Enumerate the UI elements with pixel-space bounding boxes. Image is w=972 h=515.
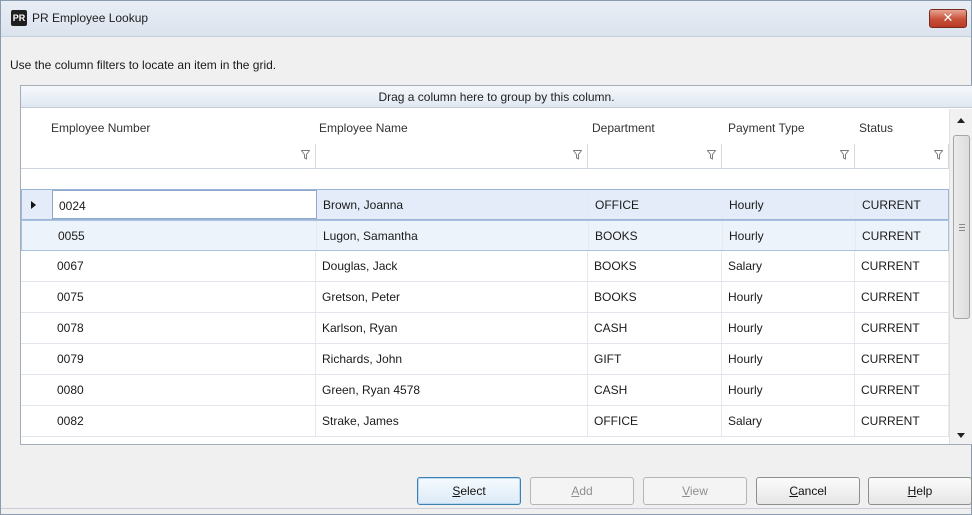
- title-bar[interactable]: PR PR Employee Lookup ✕: [1, 1, 971, 37]
- table-row[interactable]: 0078 Karlson, Ryan CASH Hourly CURRENT: [21, 313, 949, 344]
- filter-cell-employee-number[interactable]: [51, 144, 316, 169]
- cell-employee-name[interactable]: Green, Ryan 4578: [316, 375, 588, 405]
- button-bar: Select Add View Cancel Help: [1, 474, 972, 508]
- table-row[interactable]: 0080 Green, Ryan 4578 CASH Hourly CURREN…: [21, 375, 949, 406]
- cell-employee-name[interactable]: Strake, James: [316, 406, 588, 436]
- cell-payment-type[interactable]: Hourly: [722, 282, 855, 312]
- cell-status[interactable]: CURRENT: [855, 251, 949, 281]
- column-header-employee-name[interactable]: Employee Name: [319, 121, 408, 135]
- cell-employee-name[interactable]: Richards, John: [316, 344, 588, 374]
- cell-employee-name[interactable]: Lugon, Samantha: [317, 221, 589, 250]
- filter-cell-status[interactable]: [855, 144, 949, 169]
- cell-status[interactable]: CURRENT: [855, 375, 949, 405]
- column-header-employee-number[interactable]: Employee Number: [51, 121, 150, 135]
- help-button[interactable]: Help: [868, 477, 972, 505]
- cell-department[interactable]: CASH: [588, 375, 722, 405]
- column-header-department[interactable]: Department: [592, 121, 655, 135]
- window-bottom-edge: [1, 508, 971, 509]
- cell-payment-type[interactable]: Salary: [722, 406, 855, 436]
- cell-department[interactable]: OFFICE: [588, 406, 722, 436]
- table-row[interactable]: 0082 Strake, James OFFICE Salary CURRENT: [21, 406, 949, 437]
- add-button[interactable]: Add: [530, 477, 634, 505]
- close-icon: ✕: [942, 10, 954, 25]
- filter-icon[interactable]: [301, 150, 310, 160]
- cell-employee-name[interactable]: Gretson, Peter: [316, 282, 588, 312]
- scroll-grip-icon: [959, 224, 965, 231]
- current-row-arrow-icon: [31, 201, 36, 209]
- cell-employee-number[interactable]: 0055: [52, 221, 317, 250]
- cell-department[interactable]: BOOKS: [588, 282, 722, 312]
- help-label: elp: [916, 484, 933, 498]
- filter-icon[interactable]: [707, 150, 716, 160]
- select-label: elect: [460, 484, 486, 498]
- cell-department[interactable]: OFFICE: [589, 190, 723, 219]
- table-row[interactable]: 0055 Lugon, Samantha BOOKS Hourly CURREN…: [21, 220, 950, 251]
- cell-status[interactable]: CURRENT: [856, 221, 950, 250]
- cell-employee-number[interactable]: 0079: [51, 344, 316, 374]
- filter-cell-employee-name[interactable]: [316, 144, 588, 169]
- cell-employee-name[interactable]: Brown, Joanna: [317, 190, 589, 219]
- view-mnemonic: V: [682, 484, 690, 498]
- cell-employee-number[interactable]: 0080: [51, 375, 316, 405]
- cancel-label: ancel: [797, 484, 827, 498]
- cell-employee-number[interactable]: 0075: [51, 282, 316, 312]
- cell-status[interactable]: CURRENT: [855, 282, 949, 312]
- cell-payment-type[interactable]: Hourly: [723, 190, 856, 219]
- cell-payment-type[interactable]: Hourly: [723, 221, 856, 250]
- filter-icon[interactable]: [934, 150, 943, 160]
- cell-status[interactable]: CURRENT: [855, 344, 949, 374]
- table-row[interactable]: 0067 Douglas, Jack BOOKS Salary CURRENT: [21, 251, 949, 282]
- cell-employee-name[interactable]: Karlson, Ryan: [316, 313, 588, 343]
- cell-payment-type[interactable]: Hourly: [722, 375, 855, 405]
- vertical-scrollbar[interactable]: [949, 109, 972, 444]
- filter-cell-payment-type[interactable]: [722, 144, 855, 169]
- cancel-mnemonic: C: [789, 484, 798, 498]
- cell-status[interactable]: CURRENT: [856, 190, 950, 219]
- cell-employee-number[interactable]: 0082: [51, 406, 316, 436]
- filter-icon[interactable]: [840, 150, 849, 160]
- table-row[interactable]: 0075 Gretson, Peter BOOKS Hourly CURRENT: [21, 282, 949, 313]
- column-header-row: Employee Number Employee Name Department…: [21, 109, 949, 144]
- view-label: iew: [689, 484, 708, 498]
- scroll-up-arrow-icon[interactable]: [957, 118, 965, 123]
- cell-employee-number[interactable]: 0067: [51, 251, 316, 281]
- instruction-text: Use the column filters to locate an item…: [10, 58, 277, 72]
- cell-payment-type[interactable]: Hourly: [722, 344, 855, 374]
- cancel-button[interactable]: Cancel: [756, 477, 860, 505]
- cell-department[interactable]: BOOKS: [589, 221, 723, 250]
- filter-row: [21, 144, 949, 169]
- cell-employee-name[interactable]: Douglas, Jack: [316, 251, 588, 281]
- group-by-panel[interactable]: Drag a column here to group by this colu…: [21, 86, 972, 108]
- close-button[interactable]: ✕: [929, 9, 967, 28]
- cell-status[interactable]: CURRENT: [855, 406, 949, 436]
- cell-employee-number[interactable]: 0024: [52, 190, 317, 219]
- select-button[interactable]: Select: [417, 477, 521, 505]
- cell-payment-type[interactable]: Hourly: [722, 313, 855, 343]
- cell-employee-number[interactable]: 0078: [51, 313, 316, 343]
- filter-cell-department[interactable]: [588, 144, 722, 169]
- lookup-window: PR PR Employee Lookup ✕ Use the column f…: [0, 0, 972, 515]
- cell-department[interactable]: CASH: [588, 313, 722, 343]
- table-row[interactable]: 0079 Richards, John GIFT Hourly CURRENT: [21, 344, 949, 375]
- employee-grid: Drag a column here to group by this colu…: [20, 85, 972, 445]
- cell-payment-type[interactable]: Salary: [722, 251, 855, 281]
- scroll-down-arrow-icon[interactable]: [957, 433, 965, 438]
- add-label: dd: [579, 484, 593, 498]
- window-title: PR Employee Lookup: [32, 11, 149, 25]
- row-indicator: [22, 190, 52, 219]
- cell-department[interactable]: GIFT: [588, 344, 722, 374]
- filter-icon[interactable]: [573, 150, 582, 160]
- cell-status[interactable]: CURRENT: [855, 313, 949, 343]
- table-row[interactable]: 0024 Brown, Joanna OFFICE Hourly CURRENT: [21, 189, 950, 220]
- scrollbar-thumb[interactable]: [953, 135, 970, 319]
- pr-app-icon: PR: [11, 10, 27, 26]
- cell-department[interactable]: BOOKS: [588, 251, 722, 281]
- view-button[interactable]: View: [643, 477, 747, 505]
- column-header-status[interactable]: Status: [859, 121, 893, 135]
- column-header-payment-type[interactable]: Payment Type: [728, 121, 805, 135]
